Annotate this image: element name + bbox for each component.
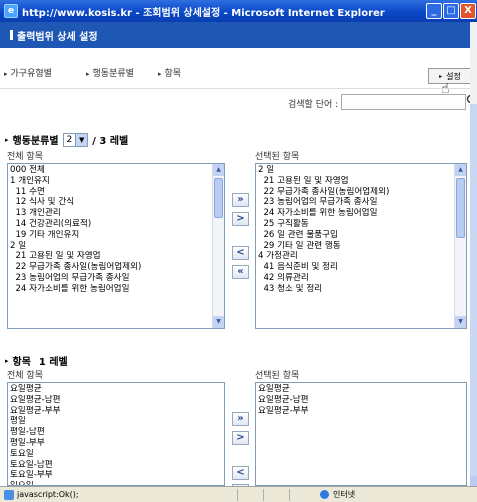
maximize-button[interactable]: □ [443, 3, 459, 19]
triangle-right-icon: ▸ [5, 135, 9, 144]
all-items-label: 전체 항목 [7, 152, 43, 162]
list-item[interactable]: 23 농림어업의 무급가족 종사일 [10, 273, 210, 284]
triangle-right-icon: ▸ [4, 70, 8, 78]
all-items-listbox[interactable]: 000 전체 1 개인유지 11 수면 12 식사 및 간식 13 개인관리 14… [7, 163, 225, 329]
level-select[interactable]: 2 ▼ [62, 132, 89, 147]
list-item[interactable]: 요일평균-남편 [258, 395, 452, 406]
level-suffix: / 3 레벨 [92, 136, 129, 147]
list-item[interactable]: 25 구직활동 [258, 219, 452, 230]
list-item[interactable]: 21 고용된 일 및 자영업 [258, 176, 452, 187]
selected-items-listbox[interactable]: 요일평균 요일평균-남편 요일평균-부부 [255, 382, 467, 486]
list-item[interactable]: 23 농림어업의 무급가족 종사일 [258, 197, 452, 208]
remove-all-button[interactable]: « [232, 265, 249, 279]
scroll-down-icon[interactable] [470, 476, 477, 486]
list-item[interactable]: 평일 [10, 416, 210, 427]
list-item[interactable]: 24 자가소비를 위한 농림어업일 [10, 284, 210, 295]
list-item[interactable]: 요일평균-부부 [10, 406, 210, 417]
list-item[interactable]: 평일-부부 [10, 438, 210, 449]
settings-button[interactable]: ▸ 설정 [428, 68, 472, 84]
list-item[interactable]: 요일평균 [258, 384, 452, 395]
breadcrumb: ▸ 가구유형별 ▸ 행동분류별 ▸ 항목 [0, 66, 470, 82]
scroll-thumb[interactable] [214, 178, 223, 218]
page-scrollbar[interactable] [470, 22, 477, 486]
status-bar: javascript:Ok(); 인터넷 [0, 486, 477, 502]
minimize-button[interactable]: _ [426, 3, 442, 19]
ie-logo-icon: e [4, 4, 18, 18]
nav-item-items[interactable]: ▸ 항목 [158, 66, 181, 79]
list-item[interactable]: 13 개인관리 [10, 208, 210, 219]
list-item[interactable]: 요일평균 [10, 384, 210, 395]
globe-icon [320, 490, 329, 499]
scroll-up-icon[interactable]: ▲ [455, 164, 466, 176]
status-text: javascript:Ok(); [17, 490, 79, 499]
page-header: 출력범위 상세 설정 [0, 22, 470, 48]
add-all-button[interactable]: » [232, 193, 249, 207]
list-item[interactable]: 26 일 관련 물품구입 [258, 230, 452, 241]
remove-button[interactable]: < [232, 246, 249, 260]
status-cell [289, 488, 315, 501]
triangle-right-icon: ▸ [439, 72, 443, 80]
search-label: 검색할 단어 : [288, 100, 339, 110]
scroll-thumb[interactable] [456, 178, 465, 238]
scrollbar[interactable]: ▲ ▼ [454, 164, 466, 328]
list-item[interactable]: 12 식사 및 간식 [10, 197, 210, 208]
list-item[interactable]: 토요일-남편 [10, 460, 210, 471]
all-items-label: 전체 항목 [7, 371, 43, 381]
list-item[interactable]: 2 일 [10, 241, 210, 252]
divider [0, 88, 470, 89]
selected-items-label: 선택된 항목 [255, 371, 300, 381]
selected-items-label: 선택된 항목 [255, 152, 300, 162]
list-item[interactable]: 19 기타 개인유지 [10, 230, 210, 241]
scroll-up-icon[interactable]: ▲ [213, 164, 224, 176]
search-input[interactable] [341, 94, 466, 110]
window-title: http://www.kosis.kr - 조회범위 상세설정 - Micros… [22, 7, 385, 19]
list-item[interactable]: 29 기타 일 관련 행동 [258, 241, 452, 252]
security-zone: 인터넷 [320, 489, 355, 500]
scroll-thumb[interactable] [470, 104, 477, 484]
header-bar-icon [10, 30, 13, 40]
list-item[interactable]: 1 개인유지 [10, 176, 210, 187]
list-item[interactable]: 42 의류관리 [258, 273, 452, 284]
triangle-right-icon: ▸ [158, 70, 162, 78]
list-item[interactable]: 000 전체 [10, 165, 210, 176]
nav-item-household-type[interactable]: ▸ 가구유형별 [4, 66, 52, 79]
nav-item-behavior-class[interactable]: ▸ 행동분류별 [86, 66, 134, 79]
remove-button[interactable]: < [232, 466, 249, 480]
list-item[interactable]: 43 청소 및 정리 [258, 284, 452, 295]
scroll-down-icon[interactable]: ▼ [455, 316, 466, 328]
section-items-heading: ▸ 항목 1 레벨 [5, 353, 68, 369]
section-behavior-heading: ▸ 행동분류별 2 ▼ / 3 레벨 [5, 132, 128, 147]
list-item[interactable]: 11 수면 [10, 187, 210, 198]
page-title: 출력범위 상세 설정 [17, 31, 98, 43]
list-item[interactable]: 22 무급가족 종사일(농림어업제외) [258, 187, 452, 198]
list-item[interactable]: 토요일-부부 [10, 470, 210, 481]
chevron-down-icon: ▼ [75, 133, 88, 146]
level-text: 1 레벨 [38, 357, 68, 368]
page-icon [4, 489, 14, 500]
list-item[interactable]: 토요일 [10, 449, 210, 460]
window-title-bar[interactable]: e http://www.kosis.kr - 조회범위 상세설정 - Micr… [0, 0, 477, 22]
status-cell [237, 488, 263, 501]
list-item[interactable]: 21 고용된 일 및 자영업 [10, 251, 210, 262]
list-item[interactable]: 요일평균-남편 [10, 395, 210, 406]
status-cell [263, 488, 289, 501]
list-item[interactable]: 22 무급가족 종사일(농림어업제외) [10, 262, 210, 273]
scroll-down-icon[interactable]: ▼ [213, 316, 224, 328]
all-items-listbox[interactable]: 요일평균 요일평균-남편 요일평균-부부 평일 평일-남편 평일-부부 토요일 토요일-남편 토… [7, 382, 225, 486]
list-item[interactable]: 24 자가소비를 위한 농림어업일 [258, 208, 452, 219]
add-button[interactable]: > [232, 431, 249, 445]
add-all-button[interactable]: » [232, 412, 249, 426]
selected-items-listbox[interactable]: 2 일 21 고용된 일 및 자영업 22 무급가족 종사일(농림어업제외) 2… [255, 163, 467, 329]
list-item[interactable]: 요일평균-부부 [258, 406, 452, 417]
scrollbar[interactable]: ▲ ▼ [212, 164, 224, 328]
list-item[interactable]: 4 가정관리 [258, 251, 452, 262]
add-button[interactable]: > [232, 212, 249, 226]
triangle-right-icon: ▸ [86, 70, 90, 78]
list-item[interactable]: 41 음식준비 및 정리 [258, 262, 452, 273]
triangle-right-icon: ▸ [5, 356, 9, 365]
list-item[interactable]: 평일-남편 [10, 427, 210, 438]
close-button[interactable]: X [460, 3, 476, 19]
list-item[interactable]: 2 일 [258, 165, 452, 176]
list-item[interactable]: 14 건강관리(의료적) [10, 219, 210, 230]
